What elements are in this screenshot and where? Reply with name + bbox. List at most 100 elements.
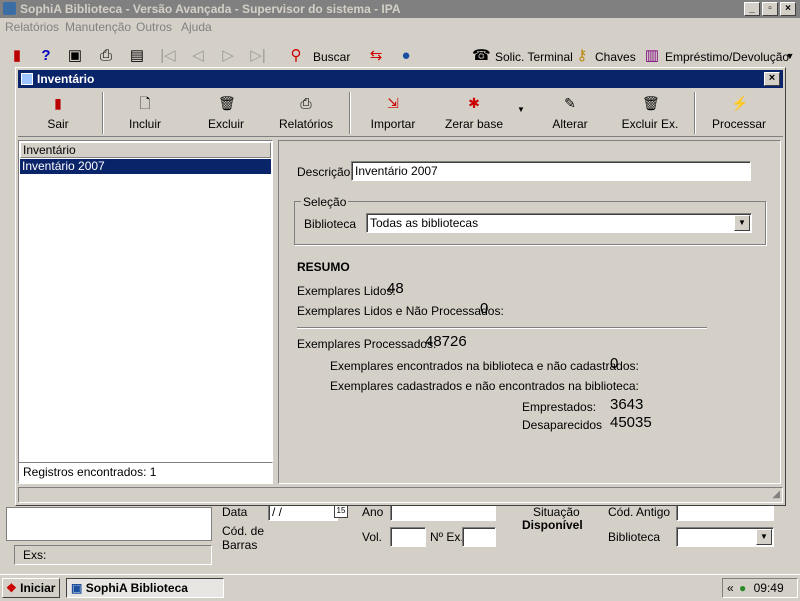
inventario-dialog: Inventário × ▮ Sair 🗋 Incluir 🗑 Excluir … [15, 67, 786, 506]
dialog-toolbar: ▮ Sair 🗋 Incluir 🗑 Excluir ⎙ Relatórios … [18, 90, 783, 137]
importar-button[interactable]: ⇲ Importar [353, 90, 433, 136]
help-icon[interactable]: ? [38, 48, 54, 64]
list-header[interactable]: Inventário [20, 142, 271, 158]
selecao-label: Seleção [301, 195, 349, 209]
start-button[interactable]: ❖ Iniciar [2, 578, 60, 598]
nex-label: Nº Ex. [430, 530, 464, 544]
taskbar: ❖ Iniciar ▣ SophiA Biblioteca « ● 09:49 [0, 574, 800, 601]
cad-nao-encontrados-label: Exemplares cadastrados e não encontrados… [330, 379, 639, 393]
zerar-base-label: Zerar base [444, 117, 504, 131]
descricao-input[interactable]: Inventário 2007 [351, 161, 751, 181]
new-document-icon: 🗋 [139, 95, 151, 111]
chevron-down-icon[interactable]: ▼ [517, 105, 525, 114]
solic-terminal-label[interactable]: Solic. Terminal [495, 50, 573, 64]
comment-icon[interactable]: ▤ [129, 48, 145, 64]
alterar-button[interactable]: ✎ Alterar [530, 90, 610, 136]
print-icon[interactable]: ⎙ [98, 48, 114, 64]
chevron-down-icon[interactable]: ▼ [734, 215, 750, 231]
desaparecidos-label: Desaparecidos [522, 418, 603, 432]
printer-icon: ⎙ [300, 95, 312, 111]
bg-list [6, 507, 212, 541]
buscar-icon[interactable]: ⚲ [288, 48, 304, 64]
emprestados-label: Emprestados: [522, 400, 597, 414]
cod-antigo-label: Cód. Antigo [608, 505, 671, 519]
first-record-icon[interactable]: |◁ [160, 48, 176, 64]
relatorios-label: Relatórios [278, 117, 334, 131]
toolbar-more-icon[interactable]: ▼ [782, 48, 798, 64]
resize-grip-icon[interactable]: ◢ [772, 489, 780, 500]
exit-icon[interactable]: ▮ [9, 48, 25, 64]
reset-icon: ✱ [468, 95, 480, 111]
inventario-list[interactable]: Inventário Inventário 2007 [18, 140, 273, 484]
minimize-button[interactable]: _ [744, 2, 760, 16]
processar-button[interactable]: ⚡ Processar [698, 90, 780, 136]
cod-barras-label: Cód. de Barras [222, 524, 265, 552]
dialog-close-button[interactable]: × [764, 72, 780, 86]
task-label: SophiA Biblioteca [85, 581, 188, 595]
trash-icon: 🗑 [642, 95, 660, 111]
chevron-down-icon[interactable]: ▼ [756, 529, 772, 545]
tray-chevron-icon[interactable]: « [727, 581, 734, 595]
start-label: Iniciar [20, 581, 56, 595]
situacao-value: Disponível [522, 518, 583, 532]
data-label: Data [222, 505, 248, 519]
menu-manutencao[interactable]: Manutenção [65, 20, 131, 34]
list-item[interactable]: Inventário 2007 [20, 159, 271, 174]
terminal-icon[interactable]: ☎ [472, 48, 491, 64]
zerar-base-button[interactable]: ✱ Zerar base [434, 90, 514, 136]
menu-ajuda[interactable]: Ajuda [181, 20, 212, 34]
divider [297, 327, 707, 329]
main-toolbar: ▮ ? ▣ ⎙ ▤ |◁ ◁ ▷ ▷| ⚲ Buscar ⇆ ● ☎ Solic… [0, 40, 800, 70]
biblioteca-select[interactable]: Todas as bibliotecas ▼ [366, 213, 752, 233]
task-sophia[interactable]: ▣ SophiA Biblioteca [66, 578, 224, 598]
dialog-titlebar: Inventário × [18, 70, 783, 88]
books-icon[interactable]: ▥ [644, 48, 660, 64]
edit-icon: ✎ [564, 95, 576, 111]
menubar: Relatórios Manutenção Outros Ajuda [0, 18, 800, 37]
main-title: SophiA Biblioteca - Versão Avançada - Su… [20, 2, 401, 16]
dialog-statusbar: ◢ [18, 487, 783, 503]
chaves-label[interactable]: Chaves [595, 50, 636, 64]
lidos-nao-proc-label: Exemplares Lidos e Não Processados: [297, 304, 504, 318]
processar-label: Processar [711, 117, 767, 131]
ano-label: Ano [362, 505, 384, 519]
nex-input[interactable] [462, 527, 496, 547]
windows-logo-icon: ❖ [6, 581, 17, 595]
globe-icon[interactable]: ● [398, 48, 414, 64]
bg-biblioteca-label: Biblioteca [608, 530, 661, 544]
relatorios-button[interactable]: ⎙ Relatórios [266, 90, 346, 136]
vol-input[interactable] [390, 527, 426, 547]
prev-record-icon[interactable]: ◁ [190, 48, 206, 64]
incluir-button[interactable]: 🗋 Incluir [105, 90, 185, 136]
calendar-icon[interactable]: 15 [334, 504, 348, 518]
sair-label: Sair [47, 117, 69, 131]
excluir-button[interactable]: 🗑 Excluir [186, 90, 266, 136]
key-icon[interactable]: ⚷ [574, 48, 590, 64]
menu-outros[interactable]: Outros [136, 20, 172, 34]
bg-biblioteca-select[interactable]: ▼ [676, 527, 774, 547]
system-tray: « ● 09:49 [722, 578, 798, 598]
excluir-ex-button[interactable]: 🗑 Excluir Ex. [610, 90, 690, 136]
buscar-label[interactable]: Buscar [313, 50, 350, 64]
next-record-icon[interactable]: ▷ [220, 48, 236, 64]
last-record-icon[interactable]: ▷| [250, 48, 266, 64]
save-icon[interactable]: ▣ [67, 48, 83, 64]
menu-relatorios[interactable]: Relatórios [5, 20, 59, 34]
emprestimo-label[interactable]: Empréstimo/Devolução [665, 50, 789, 64]
exit-icon: ▮ [54, 95, 62, 111]
close-button[interactable]: × [780, 2, 796, 16]
vol-label: Vol. [362, 530, 383, 544]
encontrados-nao-cad-value: 0 [610, 355, 619, 372]
user-icon[interactable]: ● [739, 581, 746, 595]
transfer-icon[interactable]: ⇆ [368, 48, 384, 64]
app-task-icon: ▣ [71, 581, 83, 595]
dialog-icon [21, 73, 33, 85]
alterar-label: Alterar [552, 117, 588, 131]
dialog-title: Inventário [37, 72, 95, 86]
excluir-ex-label: Excluir Ex. [621, 117, 679, 131]
restore-button[interactable]: ▫ [762, 2, 778, 16]
resumo-title: RESUMO [297, 260, 350, 274]
import-icon: ⇲ [387, 95, 399, 111]
desaparecidos-value: 45035 [610, 414, 652, 431]
sair-button[interactable]: ▮ Sair [18, 90, 98, 136]
